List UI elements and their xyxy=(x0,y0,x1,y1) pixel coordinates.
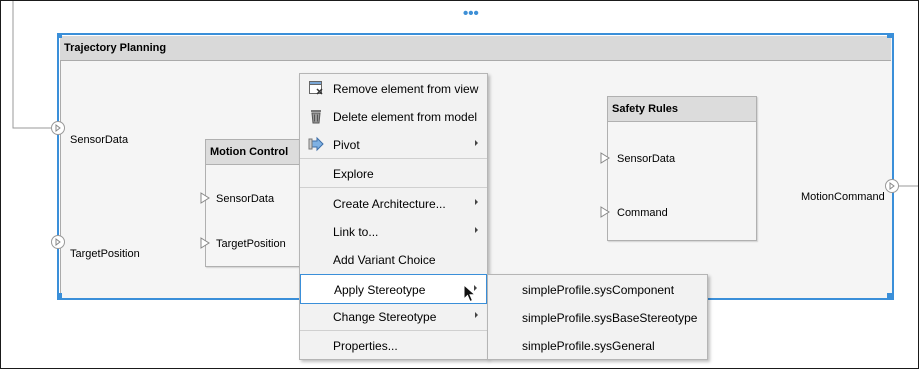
submenu-item-sysbasestereotype[interactable]: simpleProfile.sysBaseStereotype xyxy=(488,303,707,331)
port-triangle-icon[interactable] xyxy=(600,206,612,218)
stereotype-submenu: simpleProfile.sysComponent simpleProfile… xyxy=(487,274,708,360)
port-label-sensordata: SensorData xyxy=(70,134,129,146)
architecture-canvas[interactable]: ••• Trajectory Planning SensorData Targe… xyxy=(0,0,919,369)
trash-icon xyxy=(311,110,321,124)
menu-item-explore[interactable]: Explore xyxy=(300,159,487,187)
block-title: Safety Rules xyxy=(612,103,679,115)
submenu-arrow-icon xyxy=(475,312,478,318)
resize-handle-top-right[interactable] xyxy=(887,33,892,38)
resize-handle-bottom-right[interactable] xyxy=(887,293,892,298)
port-triangle-icon[interactable] xyxy=(200,237,212,249)
context-menu: Remove element from view Delete element … xyxy=(299,73,488,360)
resize-handle-bottom-left[interactable] xyxy=(57,293,62,298)
port-label-targetposition: TargetPosition xyxy=(70,248,140,260)
submenu-arrow-icon xyxy=(475,140,478,146)
port-sensordata-in-icon[interactable] xyxy=(50,121,66,137)
block-port-label: SensorData xyxy=(617,153,676,165)
pivot-icon xyxy=(308,136,324,152)
port-triangle-icon[interactable] xyxy=(200,192,212,204)
menu-item-change-stereotype[interactable]: Change Stereotype xyxy=(300,302,487,330)
block-header: Motion Control xyxy=(206,140,302,165)
more-options-icon[interactable]: ••• xyxy=(463,6,479,21)
port-targetposition-in-icon[interactable] xyxy=(50,235,66,251)
block-safety-rules[interactable]: Safety Rules xyxy=(607,96,757,241)
resize-handle-top-left[interactable] xyxy=(57,33,62,38)
block-port-label: TargetPosition xyxy=(216,238,286,250)
submenu-item-syscomponent[interactable]: simpleProfile.sysComponent xyxy=(488,275,707,303)
port-triangle-icon[interactable] xyxy=(600,152,612,164)
menu-item-create-architecture[interactable]: Create Architecture... xyxy=(300,189,487,217)
menu-item-add-variant-choice[interactable]: Add Variant Choice xyxy=(300,245,487,273)
menu-item-pivot[interactable]: Pivot xyxy=(300,130,487,158)
submenu-item-sysgeneral[interactable]: simpleProfile.sysGeneral xyxy=(488,331,707,359)
menu-item-apply-stereotype[interactable]: Apply Stereotype xyxy=(300,274,487,304)
remove-from-view-icon xyxy=(309,81,323,95)
wire-external-sensordata xyxy=(12,1,51,129)
block-title: Motion Control xyxy=(210,146,289,158)
menu-separator xyxy=(300,187,487,188)
block-header: Safety Rules xyxy=(608,97,756,122)
mouse-cursor-icon xyxy=(463,284,477,303)
block-port-label: SensorData xyxy=(216,193,275,205)
port-label-motioncommand: MotionCommand xyxy=(801,191,885,203)
block-port-label: Command xyxy=(617,207,668,219)
menu-item-link-to[interactable]: Link to... xyxy=(300,217,487,245)
submenu-arrow-icon xyxy=(475,227,478,233)
menu-item-properties[interactable]: Properties... xyxy=(300,331,487,359)
port-motioncommand-out-icon[interactable] xyxy=(884,179,900,195)
menu-item-remove-from-view[interactable]: Remove element from view xyxy=(300,74,487,102)
submenu-arrow-icon xyxy=(475,199,478,205)
menu-item-delete-from-model[interactable]: Delete element from model xyxy=(300,102,487,130)
